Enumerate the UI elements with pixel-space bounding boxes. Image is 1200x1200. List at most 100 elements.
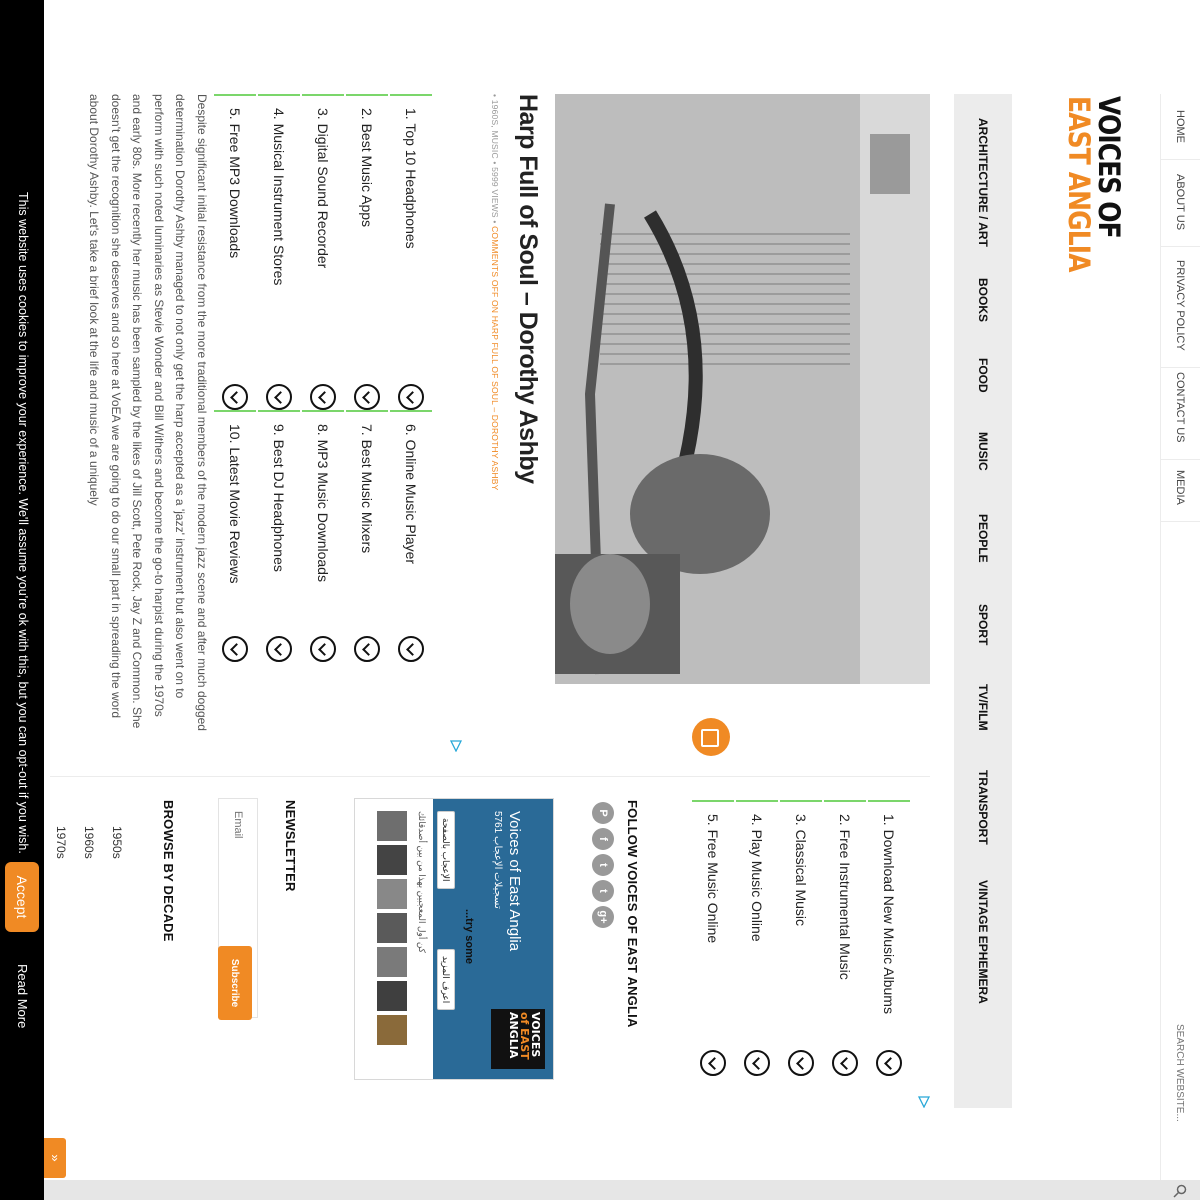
follow-heading: FOLLOW VOICES OF EAST ANGLIA bbox=[625, 800, 640, 1028]
cookie-bar: This website uses cookies to improve you… bbox=[0, 0, 44, 1200]
logo-line-1: VOICES OF bbox=[1092, 96, 1126, 238]
read-more-link[interactable]: Read More bbox=[15, 964, 30, 1028]
fb-page-name[interactable]: Voices of East Anglia bbox=[506, 811, 523, 951]
post-body: Despite significant initial resistance f… bbox=[87, 94, 210, 731]
ad-link-item[interactable]: 3. Digital Sound Recorder bbox=[302, 94, 344, 410]
chevron-down-icon bbox=[266, 384, 292, 410]
ad-link-item[interactable]: 1. Download New Music Albums bbox=[868, 800, 910, 1076]
twitter-icon[interactable]: t bbox=[592, 854, 614, 876]
chevron-down-icon bbox=[310, 384, 336, 410]
fb-like-button[interactable]: الإعجاب بالصفحة bbox=[437, 811, 455, 889]
decade-link-1960s[interactable]: 1960s bbox=[82, 826, 96, 859]
hero-image[interactable] bbox=[555, 94, 930, 684]
site-logo[interactable]: VOICES OF EAST ANGLIA bbox=[1054, 96, 1126, 276]
ad-link-label: 5. Free MP3 Downloads bbox=[227, 108, 243, 259]
chevron-down-icon bbox=[700, 1050, 726, 1076]
chevron-down-icon bbox=[876, 1050, 902, 1076]
topnav-privacy-policy[interactable]: PRIVACY POLICY bbox=[1160, 244, 1200, 368]
subscribe-button[interactable]: Subscribe bbox=[218, 946, 252, 1020]
topnav-about-us[interactable]: ABOUT US bbox=[1160, 158, 1200, 248]
avatar[interactable] bbox=[377, 811, 407, 841]
ad-link-item[interactable]: 7. Best Music Mixers bbox=[346, 410, 388, 662]
chevron-down-icon bbox=[222, 636, 248, 662]
chevron-down-icon bbox=[354, 384, 380, 410]
fb-learn-more-button[interactable]: اعرف المزيد bbox=[437, 949, 455, 1011]
chevron-down-icon bbox=[310, 636, 336, 662]
ad-link-item[interactable]: 8. MP3 Music Downloads bbox=[302, 410, 344, 662]
topnav-media[interactable]: MEDIA bbox=[1160, 454, 1200, 522]
search-input[interactable] bbox=[1168, 1024, 1192, 1194]
sidebar-divider bbox=[50, 776, 930, 777]
pinterest-icon[interactable]: P bbox=[592, 802, 614, 824]
cat-architecture-art[interactable]: ARCHITECTURE / ART bbox=[954, 118, 1012, 247]
ad-link-label: 7. Best Music Mixers bbox=[359, 424, 375, 554]
cat-books[interactable]: BOOKS bbox=[954, 278, 1012, 322]
fb-friends-text: كن أول المعجبين بهذا من بين أصدقائك bbox=[417, 811, 427, 954]
decade-heading: BROWSE BY DECADE bbox=[161, 800, 176, 942]
ad-link-label: 6. Online Music Player bbox=[403, 424, 419, 565]
fb-like-count: 5761 تسجيلات الإعجاب bbox=[492, 811, 503, 909]
topnav-home[interactable]: HOME bbox=[1160, 94, 1200, 160]
avatar[interactable] bbox=[377, 879, 407, 909]
avatar[interactable] bbox=[377, 981, 407, 1011]
facebook-page-widget[interactable]: Voices of East Anglia 5761 تسجيلات الإعج… bbox=[354, 798, 554, 1080]
ad-link-item[interactable]: 2. Free Instrumental Music bbox=[824, 800, 866, 1076]
search-icon[interactable] bbox=[1173, 1184, 1187, 1198]
chevron-down-icon bbox=[354, 636, 380, 662]
adchoices-icon[interactable] bbox=[450, 740, 462, 752]
chevron-down-icon bbox=[266, 636, 292, 662]
accept-button[interactable]: Accept bbox=[5, 862, 39, 932]
post-meta: • 1960S, MUSIC • 5999 VIEWS • COMMENTS O… bbox=[490, 94, 500, 490]
ad-link-item[interactable]: 6. Online Music Player bbox=[390, 410, 432, 662]
ad-link-label: 1. Download New Music Albums bbox=[881, 814, 897, 1014]
page-content: HOME ABOUT US PRIVACY POLICY CONTACT US … bbox=[44, 0, 1200, 1198]
ad-link-item[interactable]: 5. Free Music Online bbox=[692, 800, 734, 1076]
avatar[interactable] bbox=[377, 845, 407, 875]
fb-logo-line-2: of EAST bbox=[518, 1012, 531, 1060]
chevron-down-icon bbox=[744, 1050, 770, 1076]
cookie-text: This website uses cookies to improve you… bbox=[16, 192, 30, 854]
cat-tv-film[interactable]: TV/FILM bbox=[954, 684, 1012, 731]
googleplus-icon[interactable]: g+ bbox=[592, 906, 614, 928]
scroll-button[interactable]: » bbox=[44, 1138, 66, 1178]
facebook-icon[interactable]: f bbox=[592, 828, 614, 850]
ad-link-label: 3. Classical Music bbox=[793, 814, 809, 927]
tumblr-icon[interactable]: t bbox=[592, 880, 614, 902]
fb-cta-text: ...try some bbox=[463, 909, 475, 965]
topnav-contact-us[interactable]: CONTACT US bbox=[1160, 356, 1200, 460]
category-navigation: ARCHITECTURE / ART BOOKS FOOD MUSIC PEOP… bbox=[954, 94, 1012, 1108]
ad-link-item[interactable]: 9. Best DJ Headphones bbox=[258, 410, 300, 662]
decade-link-1950s[interactable]: 1950s bbox=[110, 826, 124, 859]
avatar[interactable] bbox=[377, 913, 407, 943]
ad-link-label: 1. Top 10 Headphones bbox=[403, 108, 419, 249]
ad-link-item[interactable]: 5. Free MP3 Downloads bbox=[214, 94, 256, 410]
cat-people[interactable]: PEOPLE bbox=[954, 514, 1012, 563]
chevron-down-icon bbox=[222, 384, 248, 410]
top-navigation: HOME ABOUT US PRIVACY POLICY CONTACT US … bbox=[1160, 94, 1200, 1198]
cat-music[interactable]: MUSIC bbox=[954, 432, 1012, 471]
cat-transport[interactable]: TRANSPORT bbox=[954, 770, 1012, 845]
harpist-photo bbox=[555, 94, 930, 684]
chevron-down-icon bbox=[398, 384, 424, 410]
ad-link-item[interactable]: 1. Top 10 Headphones bbox=[390, 94, 432, 410]
ad-link-item[interactable]: 4. Musical Instrument Stores bbox=[258, 94, 300, 410]
chevron-down-icon bbox=[398, 636, 424, 662]
post-comments-link[interactable]: COMMENTS OFF ON HARP FULL OF SOUL – DORO… bbox=[490, 226, 500, 490]
ad-link-label: 2. Free Instrumental Music bbox=[837, 814, 853, 980]
ad-link-item[interactable]: 2. Best Music Apps bbox=[346, 94, 388, 410]
cat-sport[interactable]: SPORT bbox=[954, 604, 1012, 645]
avatar[interactable] bbox=[377, 1015, 407, 1045]
ad-link-item[interactable]: 3. Classical Music bbox=[780, 800, 822, 1076]
avatar[interactable] bbox=[377, 947, 407, 977]
adchoices-icon[interactable] bbox=[918, 1096, 930, 1108]
cat-vintage-ephemera[interactable]: VINTAGE EPHEMERA bbox=[954, 880, 1012, 1004]
decade-link-1970s[interactable]: 1970s bbox=[54, 826, 68, 859]
cat-food[interactable]: FOOD bbox=[954, 358, 1012, 393]
fb-logo-line-1: VOICES bbox=[529, 1012, 542, 1058]
fb-page-logo: VOICES of EAST ANGLIA bbox=[491, 1009, 545, 1069]
post-meta-info: • 1960S, MUSIC • 5999 VIEWS • bbox=[490, 94, 500, 227]
ad-link-item[interactable]: 10. Latest Movie Reviews bbox=[214, 410, 256, 662]
ad-link-item[interactable]: 4. Play Music Online bbox=[736, 800, 778, 1076]
ad-link-label: 10. Latest Movie Reviews bbox=[227, 424, 243, 584]
share-button[interactable] bbox=[692, 718, 730, 756]
